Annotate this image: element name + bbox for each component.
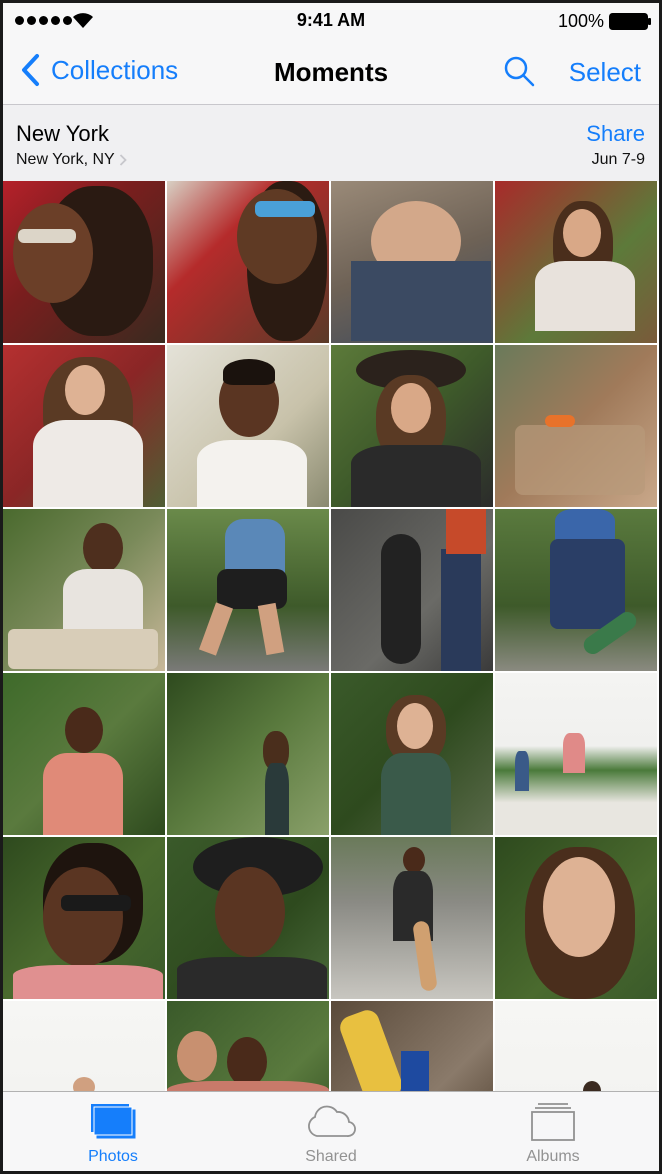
photo-thumbnail[interactable]	[3, 673, 165, 835]
albums-icon	[531, 1103, 575, 1141]
photo-thumbnail[interactable]	[495, 673, 657, 835]
photo-grid	[3, 181, 659, 1091]
back-button-label: Collections	[51, 54, 179, 85]
battery-percent: 100%	[557, 11, 604, 31]
photo-thumbnail[interactable]	[331, 509, 493, 671]
chevron-right-icon	[119, 154, 127, 166]
moment-location: New York, NY	[16, 151, 115, 168]
photo-thumbnail[interactable]	[3, 837, 165, 999]
search-icon[interactable]	[503, 55, 535, 87]
cloud-icon	[308, 1105, 356, 1137]
tab-albums[interactable]: Albums	[473, 1092, 633, 1171]
photo-thumbnail[interactable]	[3, 509, 165, 671]
chevron-left-icon	[22, 54, 39, 86]
select-button[interactable]: Select	[569, 57, 641, 88]
moment-header: New York New York, NY Share Jun 7-9	[3, 105, 659, 181]
tab-photos[interactable]: Photos	[33, 1092, 193, 1171]
photo-thumbnail[interactable]	[331, 1001, 493, 1091]
photo-thumbnail[interactable]	[3, 1001, 165, 1091]
photo-thumbnail[interactable]	[495, 837, 657, 999]
photo-thumbnail[interactable]	[167, 509, 329, 671]
photo-thumbnail[interactable]	[331, 837, 493, 999]
photo-thumbnail[interactable]	[331, 345, 493, 507]
tab-photos-label: Photos	[88, 1148, 138, 1165]
moment-date-range: Jun 7-9	[591, 151, 645, 168]
battery-icon	[609, 13, 651, 30]
photo-thumbnail[interactable]	[3, 345, 165, 507]
photo-thumbnail[interactable]	[495, 345, 657, 507]
photo-thumbnail[interactable]	[495, 509, 657, 671]
photo-thumbnail[interactable]	[167, 837, 329, 999]
moment-location-link[interactable]: New York, NY	[16, 151, 127, 169]
tab-bar: Photos Shared Albums	[3, 1091, 659, 1171]
photo-thumbnail[interactable]	[167, 1001, 329, 1091]
share-button[interactable]: Share	[586, 121, 645, 147]
photo-thumbnail[interactable]	[331, 181, 493, 343]
tab-shared[interactable]: Shared	[251, 1092, 411, 1171]
iphone-screen: 9:41 AM 100% Collections Moments Select …	[3, 3, 659, 1171]
photo-thumbnail[interactable]	[495, 181, 657, 343]
photo-thumbnail[interactable]	[495, 1001, 657, 1091]
tab-shared-label: Shared	[305, 1148, 357, 1165]
photo-thumbnail[interactable]	[167, 673, 329, 835]
photo-thumbnail[interactable]	[167, 345, 329, 507]
photo-thumbnail[interactable]	[3, 181, 165, 343]
tab-albums-label: Albums	[526, 1148, 580, 1165]
navigation-bar: Collections Moments Select	[3, 39, 659, 105]
photo-thumbnail[interactable]	[331, 673, 493, 835]
back-button[interactable]: Collections	[19, 53, 178, 87]
moment-title: New York	[16, 121, 109, 146]
status-bar: 9:41 AM 100%	[3, 3, 659, 39]
photos-icon	[91, 1104, 136, 1139]
photo-thumbnail[interactable]	[167, 181, 329, 343]
